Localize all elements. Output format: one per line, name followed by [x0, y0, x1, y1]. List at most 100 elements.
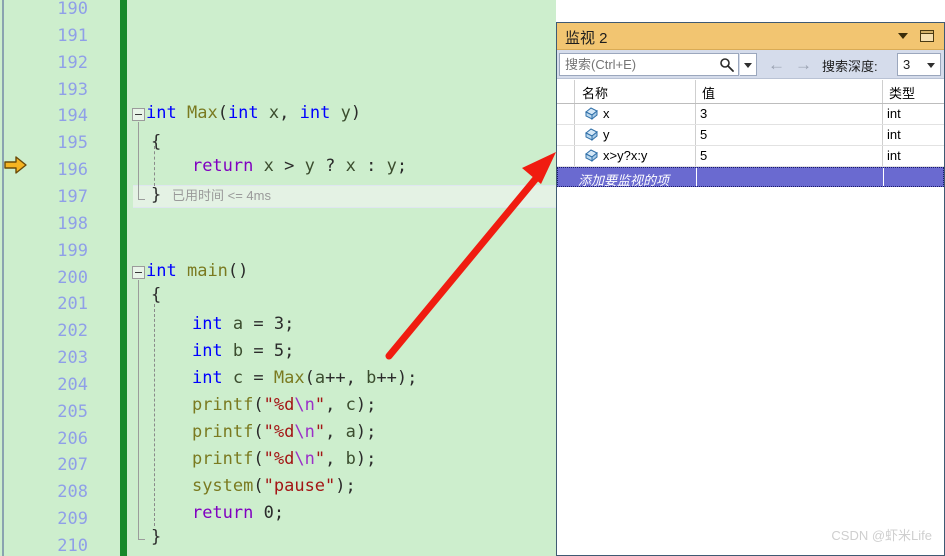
watch-window[interactable]: 监视 2 ← → 搜索深度: 3 [556, 22, 945, 556]
block-guide-max [138, 122, 139, 185]
watermark: CSDN @虾米Life [831, 528, 932, 543]
search-previous-button[interactable]: ← [768, 55, 785, 74]
grid-separator-value-type [882, 125, 883, 145]
code-line-202: int a = 3; [191, 314, 295, 334]
code-line-197: } [151, 185, 162, 205]
code-text-area[interactable]: int Max(int x, int y) { return x > y ? x… [132, 0, 556, 556]
code-line-208: system("pause"); [191, 476, 356, 496]
grid-separator-name-value [695, 125, 696, 145]
search-options-dropdown-button[interactable] [740, 53, 757, 76]
code-line-207: printf("%d\n", b); [191, 449, 377, 469]
search-depth-value: 3 [903, 57, 911, 72]
variable-icon [585, 107, 598, 121]
code-line-206: printf("%d\n", a); [191, 422, 377, 442]
code-line-204: int c = Max(a++, b++); [191, 368, 418, 388]
elapsed-time-hint: 已用时间 <= 4ms [172, 188, 271, 203]
grid-separator-value-type [883, 168, 884, 186]
code-line-194: int Max(int x, int y) [146, 103, 362, 123]
watch-grid[interactable]: 名称 值 类型 x 3 int y 5 int x>y?x:y 5 int 添加… [557, 80, 944, 555]
search-input[interactable] [565, 57, 705, 72]
line-number: 206 [57, 428, 88, 449]
row-name[interactable]: x>y?x:y [603, 148, 647, 163]
grid-separator-name-value[interactable] [695, 80, 696, 103]
add-watch-item-placeholder: 添加要监视的项 [578, 173, 670, 188]
row-value[interactable]: 5 [700, 148, 707, 163]
changed-lines-indicator-bar [120, 0, 127, 556]
window-icon[interactable] [920, 30, 934, 42]
code-line-195: { [151, 132, 162, 152]
code-line-210: } [151, 527, 162, 547]
grid-separator-value-type [882, 146, 883, 166]
code-line-205: printf("%d\n", c); [191, 395, 377, 415]
grid-separator-left [574, 125, 575, 145]
line-number: 200 [57, 267, 88, 288]
line-number-gutter: 190 191 192 193 194 195 196 197 198 199 200 201 202 2… [0, 0, 116, 556]
row-value[interactable]: 5 [700, 127, 707, 142]
screenshot-root: 190 191 192 193 194 195 196 197 198 199 200 201 202 2… [0, 0, 945, 556]
line-number: 207 [57, 455, 88, 476]
column-header-type[interactable]: 类型 [889, 83, 915, 102]
search-next-button[interactable]: → [795, 55, 812, 74]
search-depth-combobox[interactable]: 3 [897, 53, 941, 76]
row-name[interactable]: y [603, 127, 610, 142]
grid-separator-name-value [695, 104, 696, 124]
line-number: 205 [57, 401, 88, 422]
grid-separator-left [574, 104, 575, 124]
line-number: 198 [57, 213, 88, 234]
watch-toolbar[interactable]: ← → 搜索深度: 3 [557, 50, 944, 79]
block-guide-main [138, 280, 139, 525]
search-icon[interactable] [719, 57, 734, 72]
watch-window-title-bar[interactable]: 监视 2 [557, 23, 944, 50]
search-box[interactable] [559, 53, 739, 76]
variable-icon [585, 149, 598, 163]
column-header-name[interactable]: 名称 [582, 83, 608, 102]
collapse-box-max[interactable] [132, 108, 145, 121]
code-line-209: return 0; [191, 503, 285, 523]
code-line-200: int main() [146, 261, 249, 281]
line-number: 195 [57, 133, 88, 154]
grid-separator-name-value [696, 168, 697, 186]
row-value[interactable]: 3 [700, 106, 707, 121]
line-number: 193 [57, 79, 88, 100]
code-line-203: int b = 5; [191, 341, 295, 361]
watch-window-title: 监视 2 [565, 30, 608, 47]
line-number: 197 [57, 186, 88, 207]
table-row[interactable]: y 5 int [557, 125, 944, 146]
block-guide-corner-max [138, 185, 145, 200]
code-line-196: return x > y ? x : y; [191, 156, 408, 176]
line-number: 192 [57, 52, 88, 73]
variable-icon [585, 128, 598, 142]
column-header-value[interactable]: 值 [702, 83, 715, 102]
watch-grid-header: 名称 值 类型 [557, 80, 944, 104]
table-row[interactable]: x 3 int [557, 104, 944, 125]
line-number: 190 [57, 0, 88, 19]
line-number: 202 [57, 321, 88, 342]
chevron-down-icon [744, 63, 752, 68]
grid-separator-left[interactable] [574, 80, 575, 103]
grid-separator-value-type[interactable] [882, 80, 883, 103]
line-number: 203 [57, 348, 88, 369]
instruction-pointer-arrow-icon [4, 156, 27, 174]
line-number: 208 [57, 482, 88, 503]
line-number: 191 [57, 25, 88, 46]
grid-separator-name-value [695, 146, 696, 166]
row-type: int [887, 148, 901, 163]
line-number: 209 [57, 509, 88, 530]
row-type: int [887, 106, 901, 121]
line-number: 204 [57, 374, 88, 395]
grid-separator-value-type [882, 104, 883, 124]
chevron-down-icon[interactable] [927, 63, 935, 68]
row-type: int [887, 127, 901, 142]
block-guide-corner-main [138, 525, 145, 540]
collapse-box-main[interactable] [132, 266, 145, 279]
grid-separator-left [574, 146, 575, 166]
code-line-201: { [151, 285, 162, 305]
code-editor[interactable]: 190 191 192 193 194 195 196 197 198 199 200 201 202 2… [0, 0, 556, 556]
add-watch-item-row[interactable]: 添加要监视的项 [557, 167, 944, 188]
line-number: 210 [57, 536, 88, 556]
row-name[interactable]: x [603, 106, 610, 121]
chevron-down-icon[interactable] [898, 33, 908, 39]
line-number: 199 [57, 240, 88, 261]
line-number: 194 [57, 106, 88, 127]
table-row[interactable]: x>y?x:y 5 int [557, 146, 944, 167]
